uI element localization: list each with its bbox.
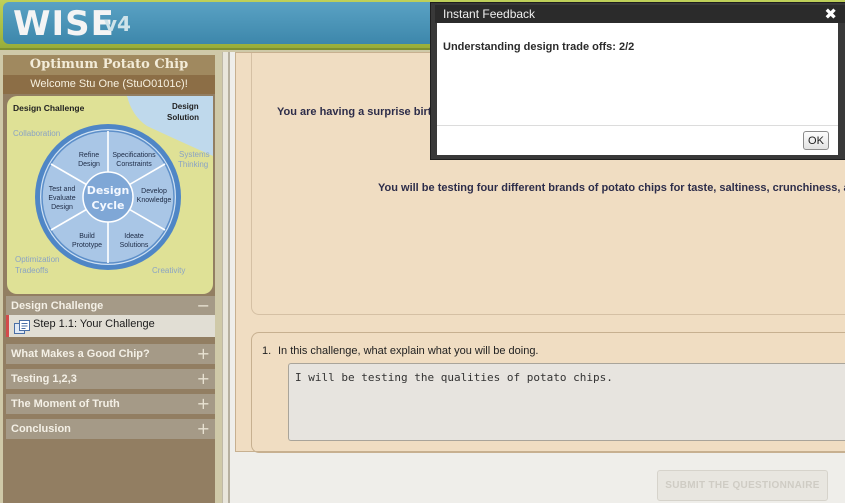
section-label: What Makes a Good Chip? (11, 348, 150, 360)
logo-panel: WISE v4 (3, 2, 433, 44)
segment-develop-1: Develop (141, 188, 167, 195)
intro-text-line: You will be testing four different brand… (378, 182, 845, 194)
segment-refine-2: Design (78, 161, 100, 168)
design-cycle-diagram: Design Challenge Design Solution Collabo… (7, 96, 213, 294)
app-version: v4 (104, 12, 131, 36)
section-label: Testing 1,2,3 (11, 373, 77, 385)
cycle-center-line2: Cycle (92, 199, 125, 212)
segment-specs-2: Constraints (116, 161, 152, 168)
segment-test-2: Evaluate (48, 195, 75, 202)
welcome-message: Welcome Stu One (StuO0101c)! (3, 75, 215, 94)
question-card: 1. In this challenge, what explain what … (251, 332, 845, 453)
section-what-makes-a-good-chip[interactable]: What Makes a Good Chip? + (6, 344, 215, 364)
creativity-label: Creativity (152, 266, 185, 275)
dialog-titlebar[interactable]: Instant Feedback ✖ (435, 5, 845, 23)
collapse-icon[interactable]: − (197, 296, 210, 315)
close-icon[interactable]: ✖ (824, 5, 837, 23)
expand-icon[interactable]: + (197, 369, 210, 388)
questionnaire-icon (14, 320, 30, 334)
section-label: The Moment of Truth (11, 398, 120, 410)
expand-icon[interactable]: + (197, 394, 210, 413)
nav-step-your-challenge[interactable]: Step 1.1: Your Challenge (6, 315, 215, 337)
ok-button[interactable]: OK (803, 131, 829, 150)
design-solution-label-2: Solution (167, 113, 199, 122)
segment-ideate-2: Solutions (120, 242, 149, 249)
answer-textarea[interactable]: I will be testing the qualities of potat… (288, 363, 845, 441)
segment-develop-2: Knowledge (137, 197, 172, 204)
section-testing-123[interactable]: Testing 1,2,3 + (6, 369, 215, 389)
optimization-label-1: Optimization (15, 255, 59, 264)
segment-ideate-1: Ideate (124, 233, 144, 240)
segment-refine-1: Refine (79, 152, 99, 159)
section-label: Design Challenge (11, 300, 104, 312)
design-challenge-label: Design Challenge (13, 103, 85, 113)
segment-specs-1: Specifications (112, 152, 156, 159)
segment-build-1: Build (79, 233, 95, 240)
segment-test-1: Test and (49, 186, 76, 193)
project-title: Optimum Potato Chip (3, 55, 215, 75)
step-label: Step 1.1: Your Challenge (33, 318, 155, 330)
feedback-message: Understanding design trade offs: 2/2 (443, 41, 635, 53)
expand-icon[interactable]: + (197, 344, 210, 363)
expand-icon[interactable]: + (197, 419, 210, 438)
navigation-sidebar: Optimum Potato Chip Welcome Stu One (Stu… (3, 55, 215, 503)
systems-thinking-label-2: Thinking (178, 160, 208, 169)
section-moment-of-truth[interactable]: The Moment of Truth + (6, 394, 215, 414)
section-conclusion[interactable]: Conclusion + (6, 419, 215, 439)
cycle-center-line1: Design (87, 184, 130, 197)
segment-test-3: Design (51, 204, 73, 211)
collaboration-label: Collaboration (13, 129, 60, 138)
dialog-title: Instant Feedback (443, 7, 536, 21)
optimization-label-2: Tradeoffs (15, 266, 48, 275)
systems-thinking-label-1: Systems (179, 150, 210, 159)
question-number: 1. (262, 345, 272, 357)
section-label: Conclusion (11, 423, 71, 435)
dialog-body: Understanding design trade offs: 2/2 (437, 23, 838, 125)
question-prompt: In this challenge, what explain what you… (278, 345, 539, 357)
segment-build-2: Prototype (72, 242, 102, 249)
instant-feedback-dialog: Instant Feedback ✖ Understanding design … (430, 2, 845, 160)
design-solution-label-1: Design (172, 102, 199, 111)
dialog-footer: OK (437, 125, 838, 155)
submit-questionnaire-button[interactable]: SUBMIT THE QUESTIONNAIRE (657, 470, 828, 501)
app-logo: WISE (13, 4, 115, 44)
section-design-challenge[interactable]: Design Challenge − (6, 296, 215, 316)
